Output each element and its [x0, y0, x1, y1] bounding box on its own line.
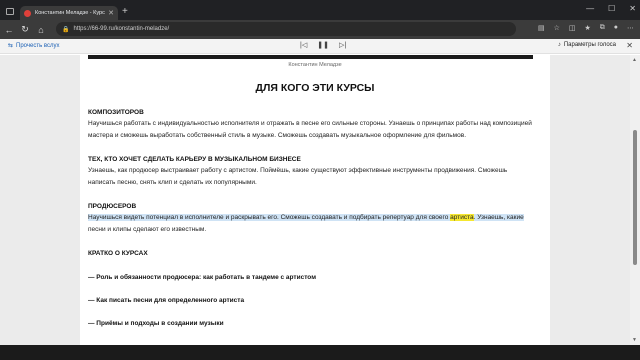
text-line: Научишься работать с индивидуальностью и… [88, 120, 532, 127]
scrollbar-thumb[interactable] [633, 130, 637, 265]
taskbar [0, 345, 640, 360]
tab-bar: Константин Меладзе - Курсы | ✕ + — ☐ ✕ [0, 0, 640, 20]
page-heading: ДЛЯ КОГО ЭТИ КУРСЫ [255, 82, 375, 94]
read-aloud-toolbar: ⇆ Прочесть вслух |◁ ❚❚ ▷| ♪ Параметры го… [0, 39, 640, 54]
pause-icon[interactable]: ❚❚ [317, 41, 329, 49]
section-title: КОМПОЗИТОРОВ [88, 109, 144, 116]
section-text: Научишься работать с индивидуальностью и… [88, 118, 543, 141]
collections-icon[interactable]: ⧉ [600, 24, 605, 32]
browser-tab[interactable]: Константин Меладзе - Курсы | ✕ [20, 6, 118, 20]
read-highlight: Научишься видеть потенциал в исполнителе… [88, 214, 451, 221]
minimize-icon[interactable]: — [586, 4, 594, 13]
article-image [88, 55, 533, 59]
scrollbar[interactable]: ▲ ▼ [630, 55, 640, 345]
tab-title: Константин Меладзе - Курсы | [35, 10, 106, 16]
site-favicon-icon [24, 9, 31, 17]
list-item: — Как писать песни для определенного арт… [88, 297, 245, 304]
read-highlight: . Узнаешь, какие [473, 214, 524, 221]
list-item: — Приёмы и подходы в создании музыки [88, 320, 224, 327]
tab-actions-icon[interactable] [6, 8, 14, 15]
toolbar-icons: ▤ ☆ ◫ ★ ⧉ ● ⋯ [538, 24, 634, 32]
reader-view-icon[interactable]: ▤ [538, 24, 545, 32]
split-screen-icon[interactable]: ◫ [569, 24, 576, 32]
read-aloud-button[interactable]: ⇆ Прочесть вслух [8, 42, 60, 50]
text-line: песни и клипы сделают его известным. [88, 225, 207, 233]
tab-close-icon[interactable]: ✕ [108, 9, 114, 17]
home-icon[interactable]: ⌂ [34, 25, 48, 35]
section-title: ТЕХ, КТО ХОЧЕТ СДЕЛАТЬ КАРЬЕРУ В МУЗЫКАЛ… [88, 156, 301, 163]
article: Константин Меладзе ДЛЯ КОГО ЭТИ КУРСЫ КО… [80, 55, 550, 345]
read-aloud-label: Прочесть вслух [16, 42, 60, 49]
text-line: Узнаешь, как продюсер выстраивает работу… [88, 167, 508, 174]
window-controls: — ☐ ✕ [586, 4, 636, 13]
back-icon[interactable]: ← [2, 25, 16, 35]
maximize-icon[interactable]: ☐ [608, 4, 615, 13]
image-caption: Константин Меладзе [288, 62, 342, 68]
scroll-down-icon[interactable]: ▼ [632, 337, 637, 343]
url-text: https://66-99.ru/konstantin-meladze/ [73, 26, 170, 32]
voice-settings-button[interactable]: ♪ Параметры голоса [558, 42, 616, 48]
section-title: КРАТКО О КУРСАХ [88, 250, 148, 257]
favorites-icon[interactable]: ★ [584, 24, 590, 32]
voice-settings-icon: ♪ [557, 42, 561, 48]
section-text: Узнаешь, как продюсер выстраивает работу… [88, 165, 543, 188]
text-line: мастера и сможешь выработать собственный… [88, 131, 467, 139]
new-tab-icon[interactable]: + [122, 7, 128, 17]
address-bar[interactable]: 🔒 https://66-99.ru/konstantin-meladze/ [56, 22, 516, 36]
list-item: — Роль и обязанности продюсера: как рабо… [88, 274, 317, 281]
read-aloud-icon: ⇆ [8, 43, 14, 49]
playback-controls: |◁ ❚❚ ▷| [300, 41, 346, 49]
lock-icon[interactable]: 🔒 [62, 26, 69, 33]
next-icon[interactable]: ▷| [339, 41, 346, 49]
close-reader-icon[interactable]: ✕ [626, 41, 633, 50]
refresh-icon[interactable]: ↻ [18, 24, 32, 35]
favorite-star-icon[interactable]: ☆ [554, 24, 560, 32]
voice-settings-label: Параметры голоса [563, 42, 616, 48]
web-page: Константин Меладзе ДЛЯ КОГО ЭТИ КУРСЫ КО… [0, 55, 630, 345]
text-line: написать песню, снять клип и сделать их … [88, 178, 257, 186]
close-window-icon[interactable]: ✕ [629, 4, 636, 13]
section-text-highlighted: Научишься видеть потенциал в исполнителе… [88, 212, 543, 235]
current-word-highlight: артиста [450, 214, 474, 221]
scroll-up-icon[interactable]: ▲ [632, 57, 637, 63]
previous-icon[interactable]: |◁ [300, 41, 307, 49]
browser-window: Константин Меладзе - Курсы | ✕ + — ☐ ✕ ←… [0, 0, 640, 360]
section-title: ПРОДЮСЕРОВ [88, 203, 137, 210]
more-menu-icon[interactable]: ⋯ [627, 24, 634, 32]
profile-icon[interactable]: ● [614, 24, 618, 32]
text-line: Научишься видеть потенциал в исполнителе… [88, 212, 543, 224]
